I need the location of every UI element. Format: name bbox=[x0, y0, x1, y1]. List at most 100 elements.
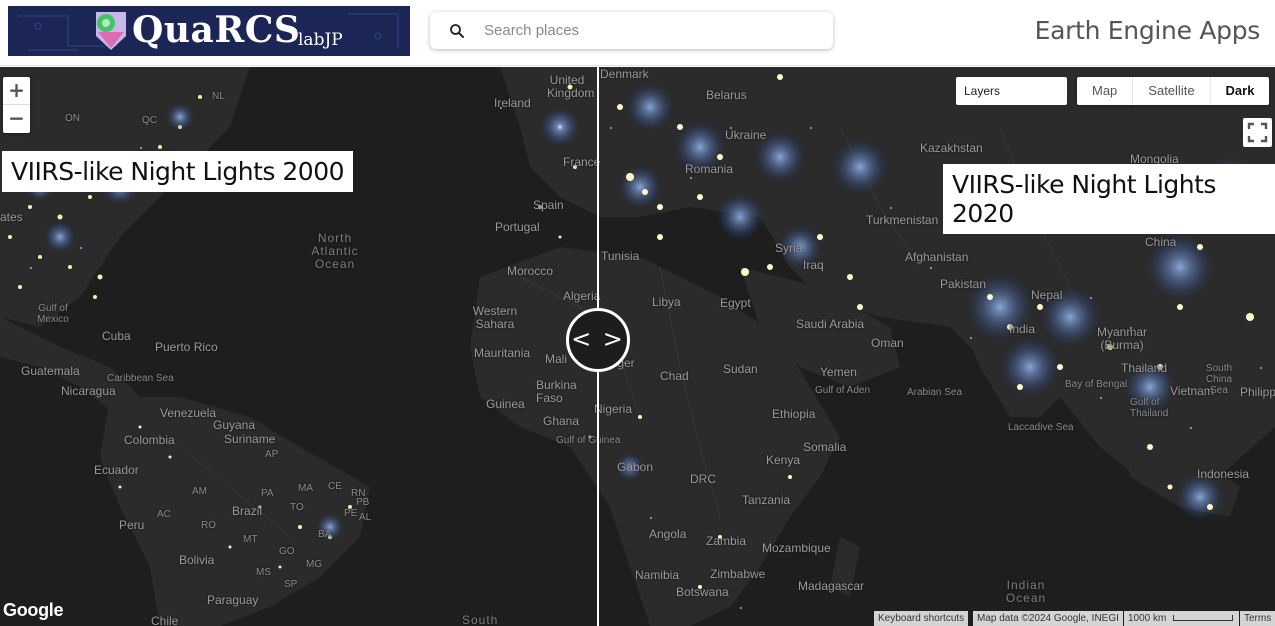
map-type-dark[interactable]: Dark bbox=[1211, 77, 1270, 105]
place-label: Kenya bbox=[766, 453, 801, 467]
zoom-control: + − bbox=[3, 77, 30, 133]
place-label: Mozambique bbox=[762, 541, 831, 555]
search-input[interactable] bbox=[484, 18, 814, 43]
place-label: Morocco bbox=[507, 264, 554, 278]
swipe-arrows-icon: < > bbox=[571, 325, 625, 353]
place-label: Denmark bbox=[600, 67, 649, 81]
place-label: Turkmenistan bbox=[866, 213, 939, 227]
place-label: South China Sea bbox=[1205, 363, 1233, 396]
place-label: Zambia bbox=[706, 534, 747, 548]
place-label: Gabon bbox=[617, 460, 654, 474]
place-label: Mauritania bbox=[474, 346, 531, 360]
terms-link[interactable]: Terms bbox=[1240, 611, 1275, 626]
place-label: DRC bbox=[690, 472, 716, 486]
place-label: India bbox=[1009, 322, 1036, 336]
place-label: Tunisia bbox=[601, 249, 640, 263]
place-label: AM bbox=[192, 486, 207, 497]
place-label: Portugal bbox=[495, 220, 540, 234]
place-label: MS bbox=[256, 567, 271, 578]
place-label: Peru bbox=[119, 518, 145, 532]
place-label: Myanmar (Burma) bbox=[1096, 325, 1147, 352]
place-label: Guinea bbox=[486, 397, 525, 411]
left-layer-label: VIIRS-like Night Lights 2000 bbox=[2, 151, 354, 192]
search-box[interactable] bbox=[430, 12, 833, 49]
place-label: PB bbox=[356, 497, 370, 508]
quarcs-logo[interactable]: QuaRCS labJP bbox=[8, 6, 410, 56]
scale-bar[interactable]: 1000 km bbox=[1124, 611, 1239, 626]
logo-subtext: labJP bbox=[298, 30, 343, 50]
place-label: Ghana bbox=[543, 414, 580, 428]
zoom-out-button[interactable]: − bbox=[3, 105, 30, 133]
place-label: Laccadive Sea bbox=[1008, 422, 1074, 433]
place-label: Philippines bbox=[1240, 385, 1275, 399]
place-label: NL bbox=[212, 91, 225, 102]
place-label: GO bbox=[279, 546, 295, 557]
place-label: Saudi Arabia bbox=[796, 317, 865, 331]
place-label: CE bbox=[328, 481, 342, 492]
place-label: Botswana bbox=[676, 585, 729, 599]
place-label: Guyana bbox=[213, 418, 256, 432]
app-header: QuaRCS labJP Earth Engine Apps bbox=[0, 0, 1275, 66]
place-label: Brazil bbox=[232, 504, 263, 518]
place-label: Romania bbox=[685, 162, 734, 176]
place-label: Suriname bbox=[224, 432, 276, 446]
place-label: Ecuador bbox=[94, 463, 139, 477]
place-label: Yemen bbox=[820, 365, 857, 379]
fullscreen-button[interactable] bbox=[1243, 118, 1272, 147]
place-label: MT bbox=[243, 534, 258, 545]
place-label: Thailand bbox=[1121, 361, 1168, 375]
place-label: Belarus bbox=[706, 88, 747, 102]
keyboard-shortcuts-link[interactable]: Keyboard shortcuts bbox=[874, 611, 969, 626]
scale-label: 1000 km bbox=[1128, 613, 1167, 624]
layers-select[interactable]: Layers bbox=[956, 77, 1067, 105]
place-label: Gulf of Guinea bbox=[556, 435, 621, 446]
place-label: Indonesia bbox=[1197, 467, 1250, 481]
place-label: Zimbabwe bbox=[710, 567, 766, 581]
place-label: Pakistan bbox=[940, 277, 987, 291]
place-label: Venezuela bbox=[160, 406, 217, 420]
place-label: United Kingdom bbox=[547, 73, 595, 100]
place-label: BA bbox=[318, 529, 332, 540]
place-label: China bbox=[1145, 235, 1177, 249]
place-label: Kazakhstan bbox=[920, 141, 983, 155]
place-label: Somalia bbox=[803, 440, 847, 454]
place-label: Madagascar bbox=[798, 579, 865, 593]
place-label: Syria bbox=[775, 241, 803, 255]
map-type-control: Map Satellite Dark bbox=[1077, 77, 1270, 105]
place-label: Chile bbox=[151, 614, 179, 626]
place-label: Angola bbox=[649, 527, 687, 541]
right-layer-label: VIIRS-like Night Lights 2020 bbox=[943, 164, 1275, 234]
place-label: PE bbox=[344, 508, 358, 519]
map-type-satellite[interactable]: Satellite bbox=[1133, 77, 1211, 105]
place-label: Puerto Rico bbox=[155, 340, 218, 354]
place-label: France bbox=[563, 155, 601, 169]
zoom-in-button[interactable]: + bbox=[3, 77, 30, 105]
place-label: Western Sahara bbox=[472, 304, 518, 331]
place-label: Arabian Sea bbox=[907, 387, 963, 398]
ocean-label: South bbox=[462, 613, 499, 626]
place-label: ates bbox=[0, 210, 23, 224]
map-type-map[interactable]: Map bbox=[1077, 77, 1134, 105]
place-label: Gulf of Mexico bbox=[37, 303, 69, 325]
place-label: AL bbox=[359, 512, 372, 523]
swipe-handle[interactable]: < > bbox=[566, 308, 630, 372]
place-label: Gulf of Aden bbox=[815, 385, 871, 396]
place-label: Sudan bbox=[723, 362, 758, 376]
place-label: Burkina Faso bbox=[536, 378, 577, 405]
place-label: Caribbean Sea bbox=[107, 373, 174, 384]
place-label: Oman bbox=[871, 336, 904, 350]
place-label: Spain bbox=[533, 198, 564, 212]
place-label: ON bbox=[65, 113, 80, 124]
map-canvas[interactable]: United Kingdom Denmark Belarus Ireland U… bbox=[0, 67, 1275, 626]
map-data-attribution: Map data ©2024 Google, INEGI bbox=[973, 611, 1123, 626]
google-logo: Google bbox=[3, 600, 64, 620]
place-label: Nicaragua bbox=[61, 384, 116, 398]
place-label: Ethiopia bbox=[772, 407, 816, 421]
place-label: TO bbox=[290, 502, 304, 513]
place-label: Guatemala bbox=[21, 364, 80, 378]
place-label: Afghanistan bbox=[905, 250, 969, 264]
place-label: Tanzania bbox=[742, 493, 791, 507]
ocean-label: Indian Ocean bbox=[1005, 578, 1047, 605]
place-label: Algeria bbox=[563, 289, 601, 303]
place-label: Colombia bbox=[124, 433, 175, 447]
